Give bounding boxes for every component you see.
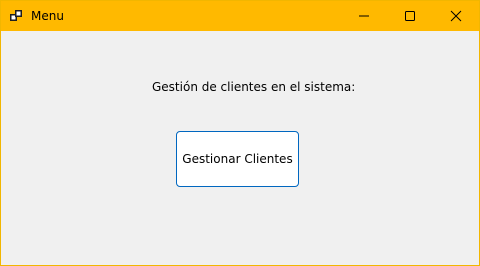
maximize-button[interactable] (387, 1, 433, 31)
minimize-icon (359, 15, 369, 17)
close-icon (450, 10, 462, 22)
maximize-icon (405, 11, 415, 21)
close-button[interactable] (433, 1, 479, 31)
title-bar[interactable]: Menu (1, 1, 479, 31)
app-window: Menu Gestión de clientes en el sistema: … (0, 0, 480, 266)
application-icon (10, 10, 22, 21)
window-title: Menu (31, 9, 64, 23)
clients-management-label: Gestión de clientes en el sistema: (152, 80, 356, 94)
manage-clients-button[interactable]: Gestionar Clientes (176, 131, 299, 187)
window-client-area: Gestión de clientes en el sistema: Gesti… (1, 31, 479, 265)
minimize-button[interactable] (341, 1, 387, 31)
